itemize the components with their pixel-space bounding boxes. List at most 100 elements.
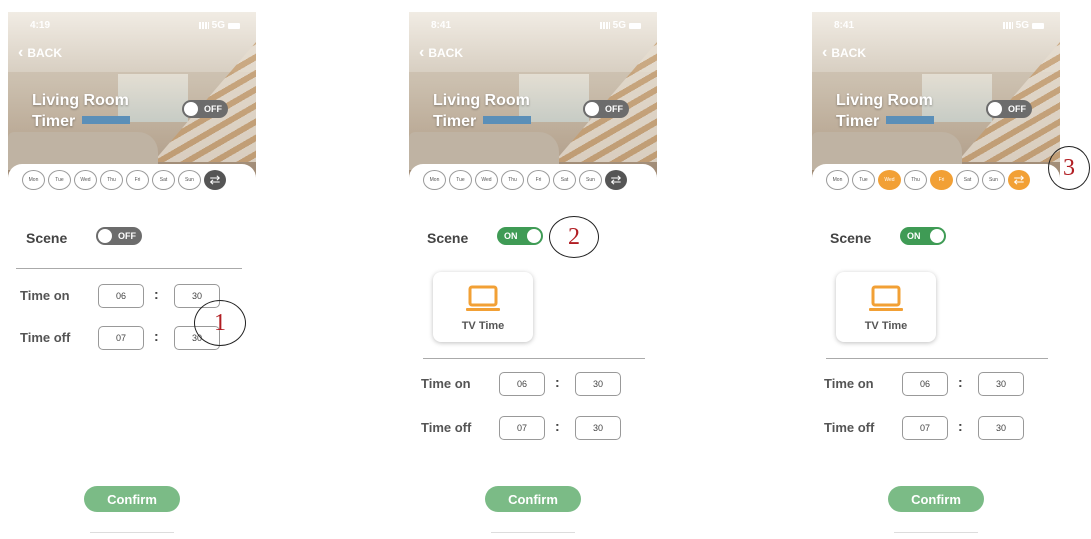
back-button[interactable]: ‹ BACK	[419, 44, 463, 61]
status-bar: 8:41 5G	[834, 20, 1044, 34]
toggle-label: OFF	[605, 104, 623, 114]
scene-toggle[interactable]: OFF	[96, 227, 142, 245]
repeat-icon[interactable]: ⇄	[1008, 170, 1030, 190]
day-wed[interactable]: Wed	[74, 170, 97, 190]
colon: :	[154, 328, 159, 344]
day-tue[interactable]: Tue	[449, 170, 472, 190]
confirm-button[interactable]: Confirm	[84, 486, 180, 512]
time-off-hour[interactable]: 07	[902, 416, 948, 440]
laptop-tv-icon	[466, 285, 500, 311]
time-off-label: Time off	[824, 420, 875, 435]
day-fri[interactable]: Fri	[930, 170, 953, 190]
scene-label: Scene	[830, 230, 872, 246]
day-sat[interactable]: Sat	[553, 170, 576, 190]
day-sun[interactable]: Sun	[579, 170, 602, 190]
network-label: 5G	[1015, 20, 1029, 31]
day-sun[interactable]: Sun	[982, 170, 1005, 190]
divider	[16, 268, 242, 269]
back-label: BACK	[428, 46, 463, 60]
toggle-label: OFF	[118, 231, 136, 241]
time-off-row: Time off 07 : 30	[409, 416, 657, 442]
signal-icon	[198, 22, 209, 29]
day-mon[interactable]: Mon	[826, 170, 849, 190]
battery-icon	[629, 22, 641, 29]
day-wed[interactable]: Wed	[475, 170, 498, 190]
battery-icon	[1032, 22, 1044, 29]
day-mon[interactable]: Mon	[423, 170, 446, 190]
time-on-label: Time on	[20, 288, 70, 303]
back-button[interactable]: ‹ BACK	[822, 44, 866, 61]
time-on-row: Time on 06 : 30	[409, 372, 657, 398]
time-on-hour[interactable]: 06	[902, 372, 948, 396]
signal-icon	[599, 22, 610, 29]
step-callout-2: 2	[549, 216, 599, 258]
master-toggle[interactable]: OFF	[182, 100, 228, 118]
time-on-label: Time on	[421, 376, 471, 391]
toggle-label: OFF	[204, 104, 222, 114]
back-button[interactable]: ‹ BACK	[18, 44, 62, 61]
time-on-minute[interactable]: 30	[978, 372, 1024, 396]
chevron-left-icon: ‹	[419, 44, 425, 61]
confirm-button[interactable]: Confirm	[888, 486, 984, 512]
network-label: 5G	[211, 20, 225, 31]
day-tue[interactable]: Tue	[852, 170, 875, 190]
day-wed[interactable]: Wed	[878, 170, 901, 190]
time-on-hour[interactable]: 06	[499, 372, 545, 396]
time-on-hour[interactable]: 06	[98, 284, 144, 308]
day-selector: Mon Tue Wed Thu Fri Sat Sun ⇄	[826, 170, 1030, 190]
time-on-label: Time on	[824, 376, 874, 391]
scene-card-label: TV Time	[461, 320, 505, 332]
status-time: 8:41	[431, 20, 452, 31]
scene-label: Scene	[26, 230, 68, 246]
step-callout-3: 3	[1048, 146, 1090, 190]
phone-screen-1: 4:19 5G ‹ BACK Living Room Timer OFF Mon…	[8, 12, 256, 538]
time-off-minute[interactable]: 30	[978, 416, 1024, 440]
scene-card-tv-time[interactable]: TV Time	[433, 272, 533, 342]
divider	[826, 358, 1048, 359]
back-label: BACK	[27, 46, 62, 60]
time-off-hour[interactable]: 07	[98, 326, 144, 350]
step-callout-1: 1	[194, 300, 246, 346]
page-title: Living Room Timer	[433, 92, 530, 130]
colon: :	[154, 286, 159, 302]
scene-card-tv-time[interactable]: TV Time	[836, 272, 936, 342]
scene-toggle[interactable]: ON	[900, 227, 946, 245]
repeat-icon[interactable]: ⇄	[204, 170, 226, 190]
battery-icon	[228, 22, 240, 29]
divider	[423, 358, 645, 359]
page-title: Living Room Timer	[836, 92, 933, 130]
day-selector: Mon Tue Wed Thu Fri Sat Sun ⇄	[423, 170, 627, 190]
time-on-row: Time on 06 : 30	[812, 372, 1060, 398]
status-bar: 8:41 5G	[431, 20, 641, 34]
scene-toggle[interactable]: ON	[497, 227, 543, 245]
phone-screen-2: 8:41 5G ‹ BACK Living Room Timer OFF Mon…	[409, 12, 657, 538]
day-mon[interactable]: Mon	[22, 170, 45, 190]
time-on-minute[interactable]: 30	[575, 372, 621, 396]
chevron-left-icon: ‹	[18, 44, 24, 61]
day-thu[interactable]: Thu	[100, 170, 123, 190]
day-fri[interactable]: Fri	[527, 170, 550, 190]
day-thu[interactable]: Thu	[501, 170, 524, 190]
status-time: 4:19	[30, 20, 51, 31]
laptop-tv-icon	[869, 285, 903, 311]
phone-screen-3: 8:41 5G ‹ BACK Living Room Timer OFF Mon…	[812, 12, 1060, 538]
day-selector: Mon Tue Wed Thu Fri Sat Sun ⇄	[22, 170, 226, 190]
confirm-button[interactable]: Confirm	[485, 486, 581, 512]
day-sat[interactable]: Sat	[956, 170, 979, 190]
day-fri[interactable]: Fri	[126, 170, 149, 190]
time-off-minute[interactable]: 30	[575, 416, 621, 440]
time-off-hour[interactable]: 07	[499, 416, 545, 440]
day-thu[interactable]: Thu	[904, 170, 927, 190]
master-toggle[interactable]: OFF	[986, 100, 1032, 118]
repeat-icon[interactable]: ⇄	[605, 170, 627, 190]
toggle-label: OFF	[1008, 104, 1026, 114]
day-tue[interactable]: Tue	[48, 170, 71, 190]
colon: :	[958, 418, 963, 434]
chevron-left-icon: ‹	[822, 44, 828, 61]
page-title: Living Room Timer	[32, 92, 129, 130]
signal-icon	[1002, 22, 1013, 29]
toggle-label: ON	[907, 231, 921, 241]
master-toggle[interactable]: OFF	[583, 100, 629, 118]
day-sun[interactable]: Sun	[178, 170, 201, 190]
day-sat[interactable]: Sat	[152, 170, 175, 190]
